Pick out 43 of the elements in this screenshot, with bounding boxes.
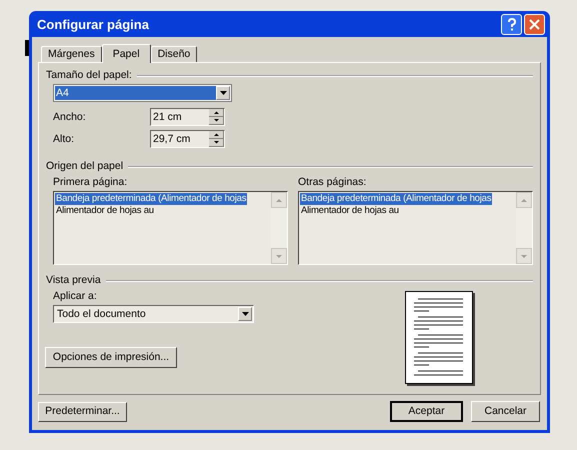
ok-button[interactable]: Aceptar [390, 401, 463, 422]
scroll-down-icon [271, 248, 287, 264]
list-item[interactable]: Alimentador de hojas au [300, 205, 400, 217]
list-item[interactable]: Bandeja predeterminada (Alimentador de hojas [300, 193, 492, 205]
field-label: Aplicar a: [53, 290, 98, 303]
spin-arrows-icon [209, 131, 224, 147]
help-button[interactable] [501, 14, 522, 34]
spin-field[interactable]: 21 cm [150, 108, 225, 126]
caret-icon [220, 91, 226, 95]
group-label: Origen del papel [46, 160, 124, 173]
list-item[interactable]: Bandeja predeterminada (Alimentador de hojas [55, 193, 248, 205]
close-icon [529, 18, 540, 30]
scroll-up-icon [516, 192, 532, 208]
help-icon [506, 18, 516, 30]
spin-field[interactable]: 29,7 cm [150, 130, 225, 148]
scrollbar[interactable] [271, 192, 287, 264]
default-button[interactable]: Predeterminar... [38, 402, 127, 422]
scrollbar[interactable] [516, 192, 532, 264]
apply-to-dropdown[interactable]: Todo el documento [53, 305, 254, 323]
cancel-button[interactable]: Cancelar [471, 401, 540, 422]
field-label: Alto: [53, 132, 76, 146]
edge-mark [25, 40, 29, 56]
print-options-button[interactable]: Opciones de impresión... [45, 347, 177, 368]
group-label: Vista previa [46, 274, 101, 287]
tab[interactable]: Papel [102, 44, 151, 63]
spin-arrows-icon [209, 109, 224, 125]
window-title: Configurar página [37, 18, 150, 30]
group-label: Tamaño del papel: [46, 69, 132, 82]
tab[interactable]: Márgenes [41, 46, 102, 62]
close-button[interactable] [524, 14, 545, 34]
field-label: Primera página: [53, 176, 128, 189]
tray-listbox[interactable]: Bandeja predeterminada (Alimentador de hojas Alimentador de hojas au [298, 191, 533, 265]
tray-listbox[interactable]: Bandeja predeterminada (Alimentador de hojas Alimentador de hojas au [53, 191, 288, 265]
field-label: Ancho: [53, 110, 87, 124]
paper-size-dropdown[interactable]: A4 [53, 84, 232, 102]
scroll-down-icon [516, 248, 532, 264]
scroll-up-icon [271, 192, 287, 208]
caret-icon [242, 312, 248, 316]
dropdown-value: A4 [55, 86, 216, 100]
dropdown-value: Todo el documento [56, 308, 147, 320]
field-label: Otras páginas: [298, 176, 368, 189]
list-item[interactable]: Alimentador de hojas au [55, 205, 155, 217]
tab[interactable]: Diseño [150, 46, 198, 62]
